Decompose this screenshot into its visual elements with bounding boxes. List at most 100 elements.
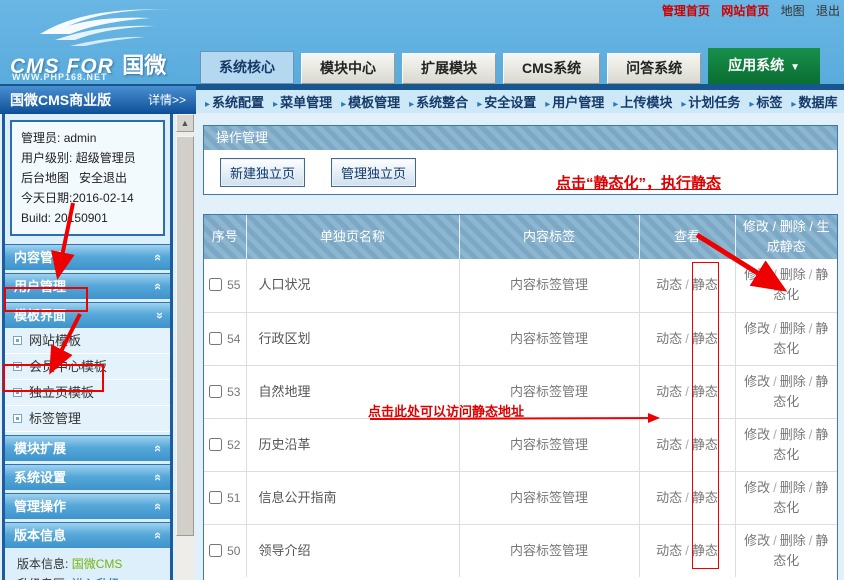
build-value: 20150901 [54,211,107,225]
subnav-item-template[interactable]: ▸模板管理 [341,92,400,111]
subnav-item-menu-manage[interactable]: ▸菜单管理 [273,92,332,111]
top-link-site-home[interactable]: 网站首页 [721,4,769,18]
sidebar-section-manage-ops[interactable]: 管理操作 « [5,493,170,519]
sidebar-title: 国微CMS商业版 [10,92,111,108]
triangle-right-icon: ▸ [341,99,346,110]
static-link[interactable]: 静态 [692,384,718,399]
subnav-item-user-manage[interactable]: ▸用户管理 [545,92,604,111]
dynamic-link[interactable]: 动态 [656,490,682,505]
sidebar-item-site-template[interactable]: 网站模板 [5,328,170,354]
edit-link[interactable]: 修改 [744,427,770,442]
top-link-admin-home[interactable]: 管理首页 [662,4,710,18]
static-link[interactable]: 静态 [692,490,718,505]
sidebar-section-module-extend[interactable]: 模块扩展 « [5,435,170,461]
row-name: 人口状况 [246,259,459,312]
backend-map-link[interactable]: 后台地图 [21,171,69,185]
chevron-down-icon: « [146,312,171,319]
delete-link[interactable]: 删除 [780,427,806,442]
sidebar-section-content-manage[interactable]: 内容管理 « [5,244,170,270]
tab-cms-system[interactable]: CMS系统 [503,53,600,84]
date-label: 今天日期: [21,191,72,205]
version-block: 版本信息: 国微CMS 升级专区: 进入升级>> [5,548,170,580]
subitem-label: 独立页模板 [29,380,94,405]
row-checkbox[interactable] [209,438,222,451]
content-tag-link[interactable]: 内容标签管理 [510,490,588,505]
subnav-label: 模板管理 [348,95,400,110]
row-checkbox[interactable] [209,385,222,398]
main-tabs: 系统核心 模块中心 扩展模块 CMS系统 问答系统 应用系统▼ [200,48,827,84]
delete-link[interactable]: 删除 [780,480,806,495]
triangle-right-icon: ▸ [545,99,550,110]
subnav-item-cron[interactable]: ▸计划任务 [681,92,740,111]
static-link[interactable]: 静态 [692,331,718,346]
subnav-item-upload[interactable]: ▸上传模块 [613,92,672,111]
edit-link[interactable]: 修改 [744,374,770,389]
static-link[interactable]: 静态 [692,437,718,452]
delete-link[interactable]: 删除 [780,374,806,389]
subnav-item-security[interactable]: ▸安全设置 [477,92,536,111]
scrollbar-up-button[interactable]: ▲ [176,114,194,132]
delete-link[interactable]: 删除 [780,533,806,548]
row-checkbox[interactable] [209,332,222,345]
subnav-item-integration[interactable]: ▸系统整合 [409,92,468,111]
row-checkbox[interactable] [209,278,222,291]
row-name: 信息公开指南 [246,471,459,524]
row-checkbox[interactable] [209,491,222,504]
header-name: 单独页名称 [246,215,459,259]
sidebar-item-tag-manage[interactable]: 标签管理 [5,406,170,432]
version-value: 国微CMS [72,557,123,571]
row-checkbox[interactable] [209,544,222,557]
content-tag-link[interactable]: 内容标签管理 [510,277,588,292]
tab-system-core[interactable]: 系统核心 [200,51,294,84]
section-label: 用户管理 [14,279,66,294]
content-tag-link[interactable]: 内容标签管理 [510,543,588,558]
new-standalone-page-button[interactable]: 新建独立页 [220,158,305,187]
sidebar-item-standalone-template[interactable]: 独立页模板 [5,380,170,406]
dynamic-link[interactable]: 动态 [656,543,682,558]
sidebar-section-version-info[interactable]: 版本信息 « [5,522,170,548]
delete-link[interactable]: 删除 [780,321,806,336]
sidebar-section-system-settings[interactable]: 系统设置 « [5,464,170,490]
subnav-item-system-config[interactable]: ▸系统配置 [205,92,264,111]
safe-logout-link[interactable]: 安全退出 [79,171,127,185]
tab-qa-system[interactable]: 问答系统 [607,53,701,84]
dynamic-link[interactable]: 动态 [656,331,682,346]
content-tag-link[interactable]: 内容标签管理 [510,384,588,399]
table-row: 55 人口状况 内容标签管理 动态/静态 修改/删除/静态化 [204,259,837,312]
subnav-item-tags[interactable]: ▸标签 [749,92,782,111]
delete-link[interactable]: 删除 [780,267,806,282]
tab-app-system[interactable]: 应用系统▼ [708,48,820,84]
edit-link[interactable]: 修改 [744,480,770,495]
chevron-up-icon: « [146,474,171,481]
sidebar-section-user-manage[interactable]: 用户管理 « [5,273,170,299]
edit-link[interactable]: 修改 [744,533,770,548]
manage-standalone-page-button[interactable]: 管理独立页 [331,158,416,187]
sidebar-detail-link[interactable]: 详情>> [148,86,186,114]
dynamic-link[interactable]: 动态 [656,384,682,399]
content-tag-link[interactable]: 内容标签管理 [510,331,588,346]
subnav-item-database[interactable]: ▸数据库 [791,92,837,111]
static-link[interactable]: 静态 [692,277,718,292]
sidebar-section-template-ui[interactable]: 模板界面 « [5,302,170,328]
subnav-label: 系统整合 [416,95,468,110]
tab-app-system-label: 应用系统 [728,57,784,73]
separator: / [685,277,689,292]
tab-module-center[interactable]: 模块中心 [301,53,395,84]
logo-swoosh-icon [30,4,180,48]
sidebar-item-member-template[interactable]: 会员中心模板 [5,354,170,380]
subnav-label: 数据库 [798,95,837,110]
level-value: 超级管理员 [76,151,136,165]
subnav-label: 计划任务 [688,95,740,110]
scrollbar-thumb[interactable] [176,136,194,536]
edit-link[interactable]: 修改 [744,267,770,282]
build-label: Build: [21,211,51,225]
tab-extend-module[interactable]: 扩展模块 [402,53,496,84]
top-link-logout[interactable]: 退出 [816,4,840,18]
edit-link[interactable]: 修改 [744,321,770,336]
static-link[interactable]: 静态 [692,543,718,558]
dynamic-link[interactable]: 动态 [656,437,682,452]
dynamic-link[interactable]: 动态 [656,277,682,292]
content-tag-link[interactable]: 内容标签管理 [510,437,588,452]
row-id: 54 [227,332,240,346]
top-link-map[interactable]: 地图 [781,4,805,18]
